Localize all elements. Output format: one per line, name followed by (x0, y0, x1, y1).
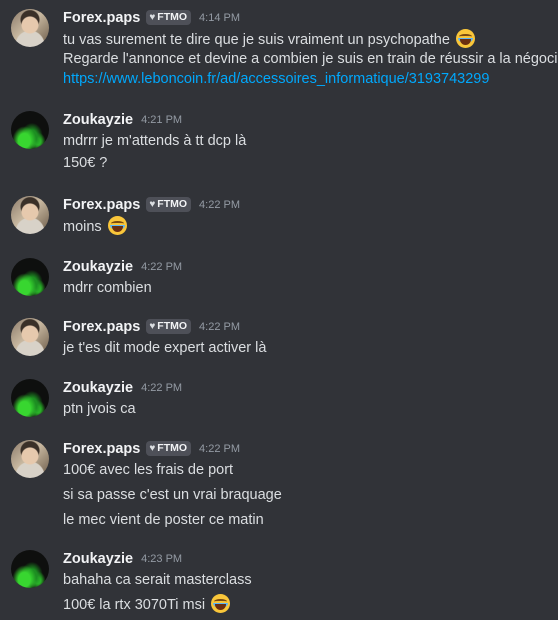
message-header: Forex.paps ♥ FTMO 4:22 PM (63, 196, 240, 216)
joy-emoji[interactable] (107, 216, 127, 235)
message-header: Zoukayzie 4:23 PM (63, 550, 182, 570)
message-header: Zoukayzie 4:22 PM (63, 379, 182, 399)
username[interactable]: Zoukayzie (63, 112, 133, 128)
avatar[interactable] (11, 196, 49, 234)
message-text: je t'es dit mode expert activer là (63, 340, 267, 356)
server-tag-badge[interactable]: ♥ FTMO (146, 197, 192, 213)
heart-icon: ♥ (149, 443, 156, 455)
message-text: 100€ avec les frais de port (63, 462, 234, 478)
message-text: moins (63, 216, 127, 237)
username[interactable]: Zoukayzie (63, 259, 133, 275)
username[interactable]: Forex.paps (63, 319, 140, 335)
timestamp[interactable]: 4:23 PM (141, 553, 182, 565)
avatar[interactable] (11, 440, 49, 478)
message-text: 100€ la rtx 3070Ti msi (63, 594, 231, 615)
username[interactable]: Forex.paps (63, 441, 140, 457)
message-text: Regarde l'annonce et devine a combien je… (63, 51, 558, 67)
message-header: Zoukayzie 4:21 PM (63, 111, 182, 131)
message-header: Zoukayzie 4:22 PM (63, 258, 182, 278)
server-tag-badge[interactable]: ♥ FTMO (146, 10, 192, 26)
heart-icon: ♥ (149, 199, 156, 211)
message-text: si sa passe c'est un vrai braquage (63, 487, 282, 503)
avatar[interactable] (11, 9, 49, 47)
joy-emoji[interactable] (211, 594, 231, 613)
timestamp[interactable]: 4:22 PM (141, 261, 182, 273)
message-text: 150€ ? (63, 155, 108, 171)
avatar[interactable] (11, 258, 49, 296)
message-header: Forex.paps ♥ FTMO 4:22 PM (63, 318, 240, 338)
message-text: https://www.leboncoin.fr/ad/accessoires_… (63, 69, 489, 89)
username[interactable]: Forex.paps (63, 10, 140, 26)
message-text: tu vas surement te dire que je suis vrai… (63, 29, 475, 50)
message-header: Forex.paps ♥ FTMO 4:14 PM (63, 9, 240, 29)
timestamp[interactable]: 4:22 PM (199, 199, 240, 211)
timestamp[interactable]: 4:22 PM (199, 443, 240, 455)
timestamp[interactable]: 4:14 PM (199, 12, 240, 24)
avatar[interactable] (11, 111, 49, 149)
message-text: mdrr combien (63, 280, 152, 296)
timestamp[interactable]: 4:22 PM (141, 382, 182, 394)
avatar[interactable] (11, 318, 49, 356)
message-text: bahaha ca serait masterclass (63, 572, 252, 588)
avatar[interactable] (11, 379, 49, 417)
message-text: mdrrr je m'attends à tt dcp là (63, 133, 247, 149)
message-link[interactable]: https://www.leboncoin.fr/ad/accessoires_… (63, 71, 489, 87)
server-tag-badge[interactable]: ♥ FTMO (146, 319, 192, 335)
message-text: ptn jvois ca (63, 401, 136, 417)
username[interactable]: Forex.paps (63, 197, 140, 213)
heart-icon: ♥ (149, 321, 156, 333)
timestamp[interactable]: 4:22 PM (199, 321, 240, 333)
joy-emoji[interactable] (455, 29, 475, 48)
server-tag-badge[interactable]: ♥ FTMO (146, 441, 192, 457)
username[interactable]: Zoukayzie (63, 380, 133, 396)
timestamp[interactable]: 4:21 PM (141, 114, 182, 126)
heart-icon: ♥ (149, 12, 156, 24)
username[interactable]: Zoukayzie (63, 551, 133, 567)
message-header: Forex.paps ♥ FTMO 4:22 PM (63, 440, 240, 460)
message-text: le mec vient de poster ce matin (63, 512, 264, 528)
avatar[interactable] (11, 550, 49, 588)
